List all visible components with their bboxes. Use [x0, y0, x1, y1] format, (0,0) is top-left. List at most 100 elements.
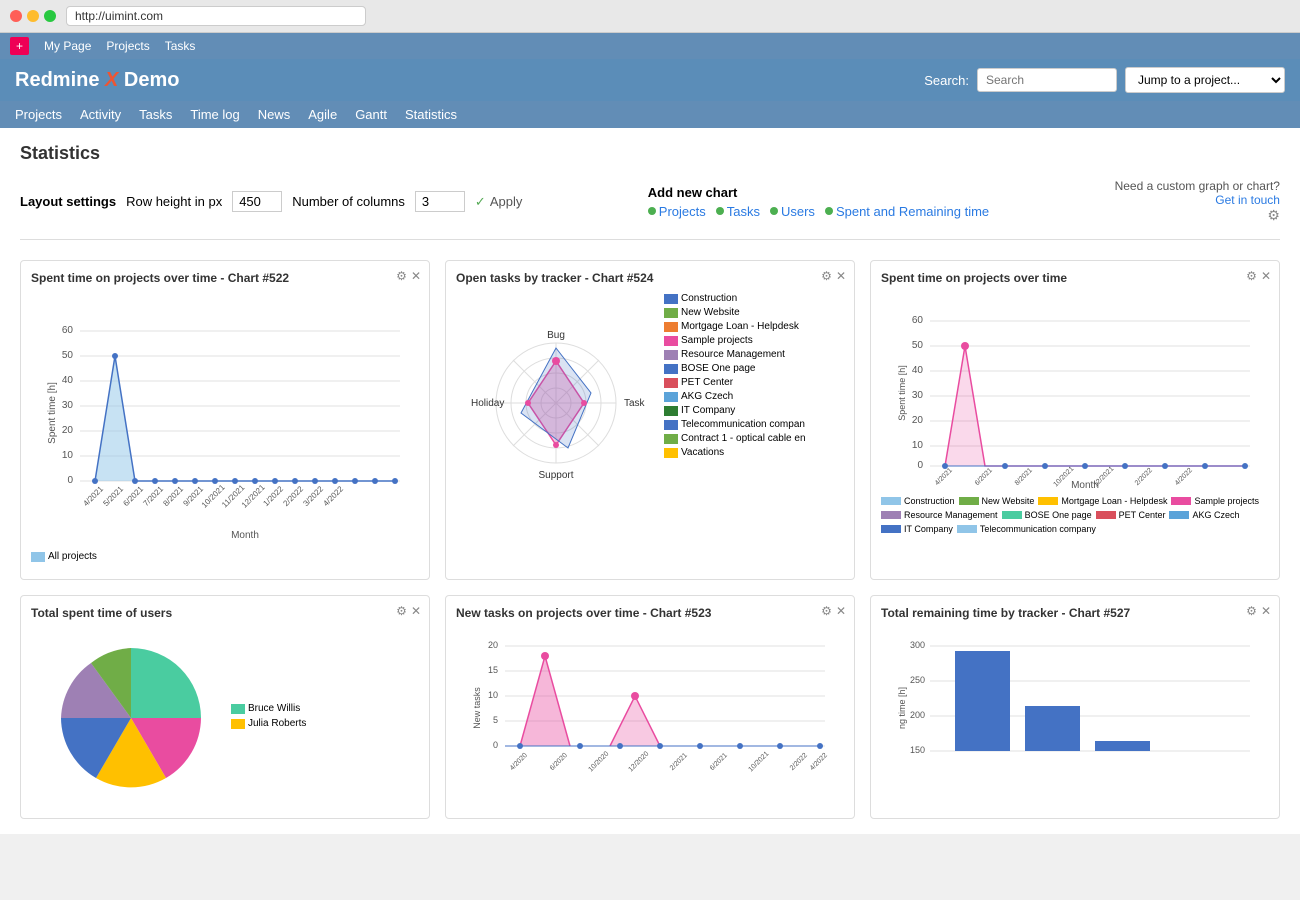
chart-users-donut-close[interactable]: ✕: [411, 604, 421, 618]
row-height-input[interactable]: [232, 191, 282, 212]
chart-card-spent-multi: Spent time on projects over time ⚙ ✕ 60 …: [870, 260, 1280, 580]
svg-text:50: 50: [62, 350, 74, 361]
svg-text:7/2021: 7/2021: [141, 484, 165, 508]
svg-text:4/2021: 4/2021: [934, 467, 954, 487]
get-in-touch-link[interactable]: Get in touch: [1115, 193, 1280, 207]
checkmark-icon: ✓: [475, 194, 486, 210]
settings-gear-icon[interactable]: ⚙: [1267, 207, 1280, 223]
layout-settings-label: Layout settings: [20, 194, 116, 209]
chart-522-close[interactable]: ✕: [411, 269, 421, 283]
l8: AKG Czech: [1169, 510, 1239, 520]
chart-524-settings[interactable]: ⚙: [821, 269, 832, 283]
svg-text:10/2021: 10/2021: [748, 750, 771, 773]
chart-spent-multi-icons: ⚙ ✕: [1246, 269, 1271, 283]
nav-statistics[interactable]: Statistics: [405, 107, 457, 122]
add-chart-spent[interactable]: Spent and Remaining time: [825, 204, 989, 219]
nav-activity[interactable]: Activity: [80, 107, 121, 122]
legend-construction: Construction: [664, 293, 844, 304]
legend-telecom: Telecommunication compan: [664, 419, 844, 430]
chart-spent-multi-settings[interactable]: ⚙: [1246, 269, 1257, 283]
lc-julia: [231, 719, 245, 729]
svg-text:20: 20: [62, 425, 74, 436]
svg-text:200: 200: [910, 710, 925, 720]
svg-text:30: 30: [912, 390, 924, 401]
dot-yellow: [27, 10, 39, 22]
page-title: Statistics: [20, 143, 1280, 164]
nav-gantt[interactable]: Gantt: [355, 107, 387, 122]
browser-url: http://uimint.com: [66, 6, 366, 26]
svg-text:150: 150: [910, 745, 925, 755]
l3: Mortgage Loan - Helpdesk: [1038, 496, 1167, 506]
num-columns-input[interactable]: [415, 191, 465, 212]
chart-523-settings[interactable]: ⚙: [821, 604, 832, 618]
chart-527-close[interactable]: ✕: [1261, 604, 1271, 618]
chart-524-close[interactable]: ✕: [836, 269, 846, 283]
top-bar-mypage[interactable]: My Page: [44, 39, 91, 53]
chart-users-donut-title: Total spent time of users: [31, 606, 419, 620]
chart-card-523: New tasks on projects over time - Chart …: [445, 595, 855, 819]
chart-523-close[interactable]: ✕: [836, 604, 846, 618]
chart-523-icons: ⚙ ✕: [821, 604, 846, 618]
top-bar-projects[interactable]: Projects: [106, 39, 149, 53]
chart-spent-multi-close[interactable]: ✕: [1261, 269, 1271, 283]
svg-text:12/2021: 12/2021: [1093, 465, 1116, 488]
svg-text:10: 10: [488, 690, 498, 700]
svg-text:40: 40: [62, 375, 74, 386]
legend-mortgage: Mortgage Loan - Helpdesk: [664, 321, 844, 332]
chart-524-body: Bug Task Support Holiday: [456, 293, 844, 503]
svg-text:4/2021: 4/2021: [81, 484, 105, 508]
lc1: [664, 294, 678, 304]
lc-bruce: [231, 704, 245, 714]
legend-sample: Sample projects: [664, 335, 844, 346]
svg-text:20: 20: [488, 640, 498, 650]
chart-card-524: Open tasks by tracker - Chart #524 ⚙ ✕: [445, 260, 855, 580]
top-bar-tasks[interactable]: Tasks: [165, 39, 196, 53]
l6: BOSE One page: [1002, 510, 1092, 520]
legend-julia: Julia Roberts: [231, 718, 306, 729]
browser-dots: [10, 10, 56, 22]
plus-button[interactable]: +: [10, 37, 29, 55]
site-title: Redmine X Demo: [15, 69, 180, 92]
svg-text:50: 50: [912, 340, 924, 351]
header: Redmine X Demo Search: Jump to a project…: [0, 59, 1300, 101]
svg-text:2/2022: 2/2022: [789, 752, 809, 772]
legend-akg: AKG Czech: [664, 391, 844, 402]
nav-projects[interactable]: Projects: [15, 107, 62, 122]
chart-522-title: Spent time on projects over time - Chart…: [31, 271, 419, 285]
lc4: [664, 336, 678, 346]
svg-text:10: 10: [62, 450, 74, 461]
svg-text:0: 0: [917, 460, 923, 471]
chart-522-settings[interactable]: ⚙: [396, 269, 407, 283]
search-input[interactable]: [977, 68, 1117, 92]
green-dot-4: [825, 207, 833, 215]
project-select[interactable]: Jump to a project...: [1125, 67, 1285, 93]
legend-itcompany: IT Company: [664, 405, 844, 416]
browser-chrome: http://uimint.com: [0, 0, 1300, 33]
green-dot-1: [648, 207, 656, 215]
add-chart-users[interactable]: Users: [770, 204, 815, 219]
green-dot-2: [716, 207, 724, 215]
lc12: [664, 448, 678, 458]
legend-bose: BOSE One page: [664, 363, 844, 374]
chart-users-donut-settings[interactable]: ⚙: [396, 604, 407, 618]
top-bar-left: + My Page Projects Tasks: [10, 37, 195, 55]
nav-agile[interactable]: Agile: [308, 107, 337, 122]
lc9: [664, 406, 678, 416]
chart-527-settings[interactable]: ⚙: [1246, 604, 1257, 618]
nav-tasks[interactable]: Tasks: [139, 107, 172, 122]
svg-text:12/2021: 12/2021: [240, 482, 267, 509]
legend-vacations: Vacations: [664, 447, 844, 458]
svg-text:New tasks: New tasks: [472, 687, 482, 729]
nav-news[interactable]: News: [258, 107, 291, 122]
chart-524-legend: Construction New Website Mortgage Loan -…: [664, 293, 844, 503]
svg-text:Month: Month: [231, 530, 259, 541]
l9: IT Company: [881, 524, 953, 534]
apply-button[interactable]: ✓ Apply: [475, 194, 522, 210]
add-chart-projects[interactable]: Projects: [648, 204, 706, 219]
svg-text:250: 250: [910, 675, 925, 685]
nav-timelog[interactable]: Time log: [190, 107, 239, 122]
lc5: [664, 350, 678, 360]
add-chart-tasks[interactable]: Tasks: [716, 204, 760, 219]
charts-top-grid: Spent time on projects over time - Chart…: [20, 260, 1280, 580]
svg-text:4/2022: 4/2022: [321, 484, 345, 508]
